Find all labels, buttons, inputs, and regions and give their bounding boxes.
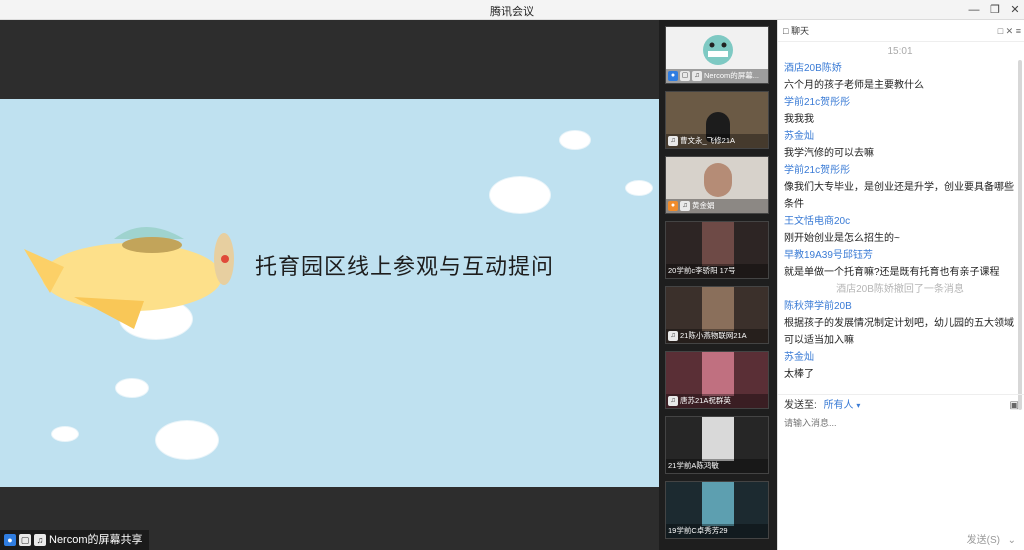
chat-title: 聊天	[790, 26, 809, 36]
message-text: 刚开始创业是怎么招生的~	[784, 233, 900, 244]
dinosaur-avatar-icon	[703, 35, 733, 65]
participant-name: 唐苏21A祝群英	[680, 396, 731, 405]
message-sender[interactable]: 苏金灿	[784, 349, 1016, 366]
send-to-label: 发送至:	[784, 400, 817, 411]
mic-icon: ♫	[668, 331, 678, 341]
message-time: 15:01	[887, 46, 913, 57]
chevron-down-icon[interactable]: ▾	[856, 401, 860, 410]
mic-icon: ♫	[34, 534, 46, 546]
message-text: 我我我	[784, 114, 814, 125]
menu-icon[interactable]: ≡	[1016, 26, 1021, 36]
message-sender[interactable]: 学前21c贺彤彤	[784, 162, 1016, 179]
video-tile[interactable]: ♫ 21陈小燕物联网21A	[665, 286, 769, 344]
close-button[interactable]: ✕	[1007, 2, 1023, 18]
message-text: 我学汽修的可以去嘛	[784, 148, 874, 159]
message-sender[interactable]: 陈秋萍学前20B	[784, 298, 1016, 315]
video-tile[interactable]: 21学前A陈鸿敏	[665, 416, 769, 474]
popout-icon[interactable]: □	[998, 26, 1003, 36]
message-sender[interactable]: 学前21c贺彤彤	[784, 94, 1016, 111]
video-tile[interactable]: 20学前c李骄阳 17号	[665, 221, 769, 279]
chat-header: □ 聊天 □ ✕ ≡	[778, 20, 1024, 42]
mic-icon: ♫	[692, 71, 702, 81]
mic-icon: ♫	[668, 136, 678, 146]
presentation-slide: 托育园区线上参观与互动提问	[0, 99, 659, 487]
video-tile[interactable]: ● ▢ ♫ Nercom的屏幕...	[665, 26, 769, 84]
message-text: 根据孩子的发展情况制定计划吧，幼儿园的五大领域可以适当加入嘛	[784, 318, 1014, 346]
close-chat-icon[interactable]: ✕	[1006, 26, 1014, 36]
shared-screen-area: 托育园区线上参观与互动提问 ● ▢ ♫ Nercom的屏幕共享	[0, 20, 659, 550]
message-text: 像我们大专毕业，是创业还是升学，创业要具备哪些条件	[784, 182, 1014, 210]
chat-panel: □ 聊天 □ ✕ ≡ 15:01 酒店20B陈娇 六个月的孩子老师是主要教什么 …	[777, 20, 1024, 550]
title-bar: 腾讯会议 — ❐ ✕	[0, 0, 1024, 20]
message-sender[interactable]: 酒店20B陈娇	[784, 60, 1016, 77]
screen-share-label: ● ▢ ♫ Nercom的屏幕共享	[0, 530, 149, 550]
screen-icon: ▢	[19, 534, 31, 546]
message-sender[interactable]: 早教19A39号邱钰芳	[784, 247, 1016, 264]
participant-name: 黄金娟	[692, 201, 715, 210]
mic-icon: ♫	[668, 396, 678, 406]
participant-name: 19学前C卓秀芳29	[668, 526, 728, 535]
video-tile[interactable]: ● ♫ 黄金娟	[665, 156, 769, 214]
restore-button[interactable]: ❐	[987, 2, 1003, 18]
message-sender[interactable]: 王文恬电商20c	[784, 213, 1016, 230]
message-sender[interactable]: 苏金灿	[784, 128, 1016, 145]
chat-icon: □	[783, 26, 789, 36]
participant-video-list[interactable]: ● ▢ ♫ Nercom的屏幕... ♫ 曹文永_飞修21A ● ♫ 黄金娟 20学前c李骄…	[659, 20, 777, 550]
participant-name: 21学前A陈鸿敏	[668, 461, 719, 470]
mic-icon: ♫	[680, 201, 690, 211]
participant-name: 20学前c李骄阳 17号	[668, 266, 736, 275]
send-to-bar: 发送至: 所有人 ▾ ▣	[778, 394, 1024, 416]
share-label-text: Nercom的屏幕共享	[49, 534, 143, 546]
recall-notice: 酒店20B陈娇撤回了一条消息	[836, 284, 964, 295]
user-icon: ●	[4, 534, 16, 546]
slide-title: 托育园区线上参观与互动提问	[255, 255, 555, 280]
window-title: 腾讯会议	[490, 6, 534, 18]
participant-name: 曹文永_飞修21A	[680, 136, 736, 145]
participant-name: Nercom的屏幕...	[704, 71, 760, 80]
message-text: 六个月的孩子老师是主要教什么	[784, 80, 924, 91]
message-input[interactable]	[784, 416, 1016, 526]
message-text: 就是单做一个托育嘛?还是既有托育也有亲子课程	[784, 267, 1000, 278]
chat-scrollbar[interactable]	[1018, 60, 1022, 410]
video-tile[interactable]: ♫ 曹文永_飞修21A	[665, 91, 769, 149]
video-tile[interactable]: ♫ 唐苏21A祝群英	[665, 351, 769, 409]
video-tile[interactable]: 19学前C卓秀芳29	[665, 481, 769, 539]
send-to-select[interactable]: 所有人	[824, 400, 854, 411]
airplane-illustration	[24, 227, 234, 329]
user-icon: ●	[668, 71, 678, 81]
screen-icon: ▢	[680, 71, 690, 81]
message-text: 太棒了	[784, 369, 814, 380]
send-button[interactable]: 发送(S)	[967, 531, 1000, 546]
participant-name: 21陈小燕物联网21A	[680, 331, 747, 340]
chat-message-list[interactable]: 15:01 酒店20B陈娇 六个月的孩子老师是主要教什么 学前21c贺彤彤 我我…	[784, 43, 1016, 383]
chevron-down-icon[interactable]: ⌄	[1008, 535, 1016, 546]
image-icon[interactable]: ▣	[1010, 395, 1019, 417]
minimize-button[interactable]: —	[966, 2, 982, 18]
user-icon: ●	[668, 201, 678, 211]
